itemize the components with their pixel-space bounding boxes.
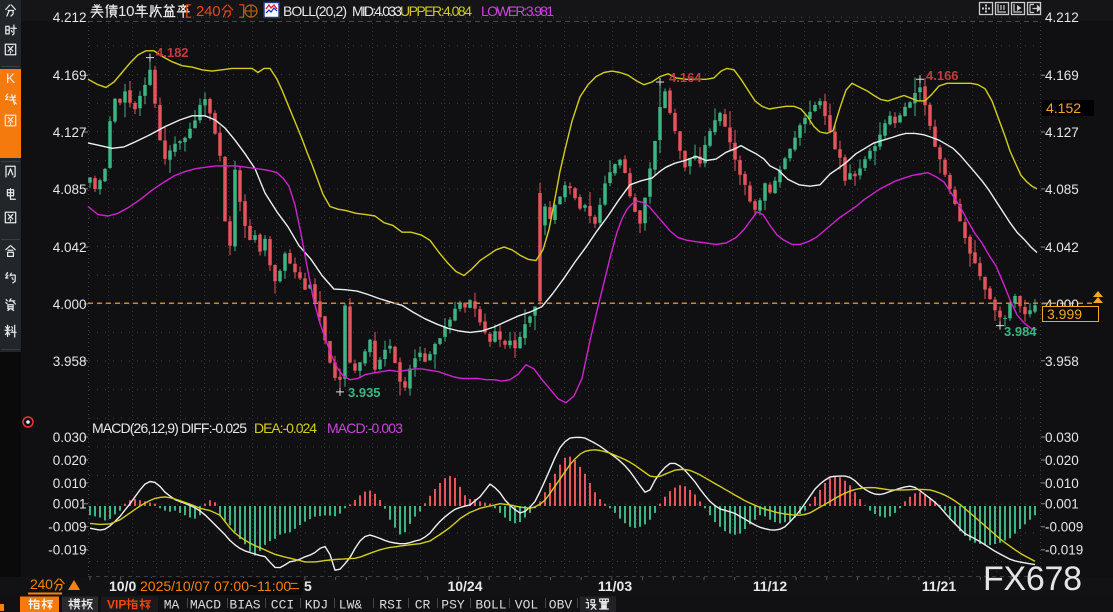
svg-text:-0.019: -0.019 (48, 543, 86, 558)
svg-text:4.085: 4.085 (1045, 182, 1079, 197)
svg-text:11/12: 11/12 (753, 578, 787, 594)
svg-text:BOLL: BOLL (475, 598, 506, 612)
svg-text:4.127: 4.127 (1045, 125, 1079, 140)
svg-text:0.030: 0.030 (53, 430, 87, 445)
svg-text:FX678: FX678 (983, 560, 1082, 598)
svg-text:BIAS: BIAS (229, 598, 260, 612)
svg-text:LOWER:3.981: LOWER:3.981 (481, 3, 554, 19)
svg-text:KDJ: KDJ (305, 598, 328, 612)
svg-text:2025/10/07 07:00~11:00: 2025/10/07 07:00~11:00 (140, 578, 291, 594)
svg-text:0: 0 (126, 3, 134, 20)
svg-text:MACD:-0.003: MACD:-0.003 (327, 420, 403, 436)
svg-text:-0.019: -0.019 (1045, 543, 1083, 558)
svg-text:0.030: 0.030 (1045, 430, 1079, 445)
svg-text:3.935: 3.935 (348, 385, 381, 400)
svg-text:4.169: 4.169 (1045, 68, 1079, 83)
svg-text:4.042: 4.042 (53, 240, 87, 255)
svg-text:PSY: PSY (441, 598, 465, 612)
svg-text:MID:4.033: MID:4.033 (352, 3, 402, 19)
svg-text:CR: CR (415, 598, 431, 612)
svg-text:0: 0 (212, 3, 220, 20)
svg-text:MACD(26,12,9) DIFF:-0.025: MACD(26,12,9) DIFF:-0.025 (92, 420, 247, 436)
svg-text:4.152: 4.152 (1046, 100, 1081, 116)
svg-text:K: K (6, 70, 16, 86)
svg-text:4.085: 4.085 (53, 182, 87, 197)
svg-text:4.166: 4.166 (926, 68, 959, 83)
svg-text:VOL: VOL (515, 598, 538, 612)
svg-text:3.958: 3.958 (1045, 354, 1079, 369)
svg-text:4.212: 4.212 (53, 10, 87, 25)
svg-text:0.010: 0.010 (1045, 476, 1079, 491)
svg-text:4.000: 4.000 (53, 297, 87, 312)
svg-text:4.212: 4.212 (1045, 10, 1079, 25)
svg-text:0.020: 0.020 (1045, 453, 1079, 468)
svg-text:4.127: 4.127 (53, 125, 87, 140)
svg-text:MACD: MACD (190, 598, 221, 612)
svg-text:0: 0 (45, 576, 53, 592)
svg-text:4.164: 4.164 (669, 70, 702, 85)
svg-text:1: 1 (118, 3, 126, 20)
svg-text:4.042: 4.042 (1045, 240, 1079, 255)
svg-text:0.001: 0.001 (1045, 497, 1079, 512)
svg-text:11/03: 11/03 (598, 578, 632, 594)
svg-text:5: 5 (304, 578, 312, 594)
svg-text:4.182: 4.182 (156, 45, 189, 60)
svg-text:4.169: 4.169 (53, 68, 87, 83)
svg-text:0.020: 0.020 (53, 453, 87, 468)
svg-text:UPPER:4.084: UPPER:4.084 (400, 3, 472, 19)
svg-text:MA: MA (164, 598, 180, 612)
svg-text:LW&: LW& (339, 598, 363, 612)
svg-text:3.984: 3.984 (1004, 324, 1037, 339)
svg-text:BOLL(20,2): BOLL(20,2) (283, 3, 347, 19)
svg-text:10/0: 10/0 (109, 578, 136, 594)
svg-text:4: 4 (204, 3, 212, 20)
svg-text:CCI: CCI (271, 598, 294, 612)
svg-text:2: 2 (196, 3, 204, 20)
svg-text:RSI: RSI (379, 598, 402, 612)
svg-text:OBV: OBV (549, 598, 573, 612)
svg-text:3.958: 3.958 (53, 354, 87, 369)
svg-text:-0.009: -0.009 (1045, 520, 1083, 535)
svg-text:0.010: 0.010 (53, 476, 87, 491)
svg-text:-0.009: -0.009 (48, 520, 86, 535)
svg-text:11/21: 11/21 (922, 578, 956, 594)
svg-text:VIP: VIP (107, 598, 126, 612)
svg-text:DEA:-0.024: DEA:-0.024 (254, 420, 317, 436)
svg-text:0.001: 0.001 (53, 497, 87, 512)
svg-text:3.999: 3.999 (1047, 306, 1082, 322)
svg-text:10/24: 10/24 (447, 578, 482, 594)
